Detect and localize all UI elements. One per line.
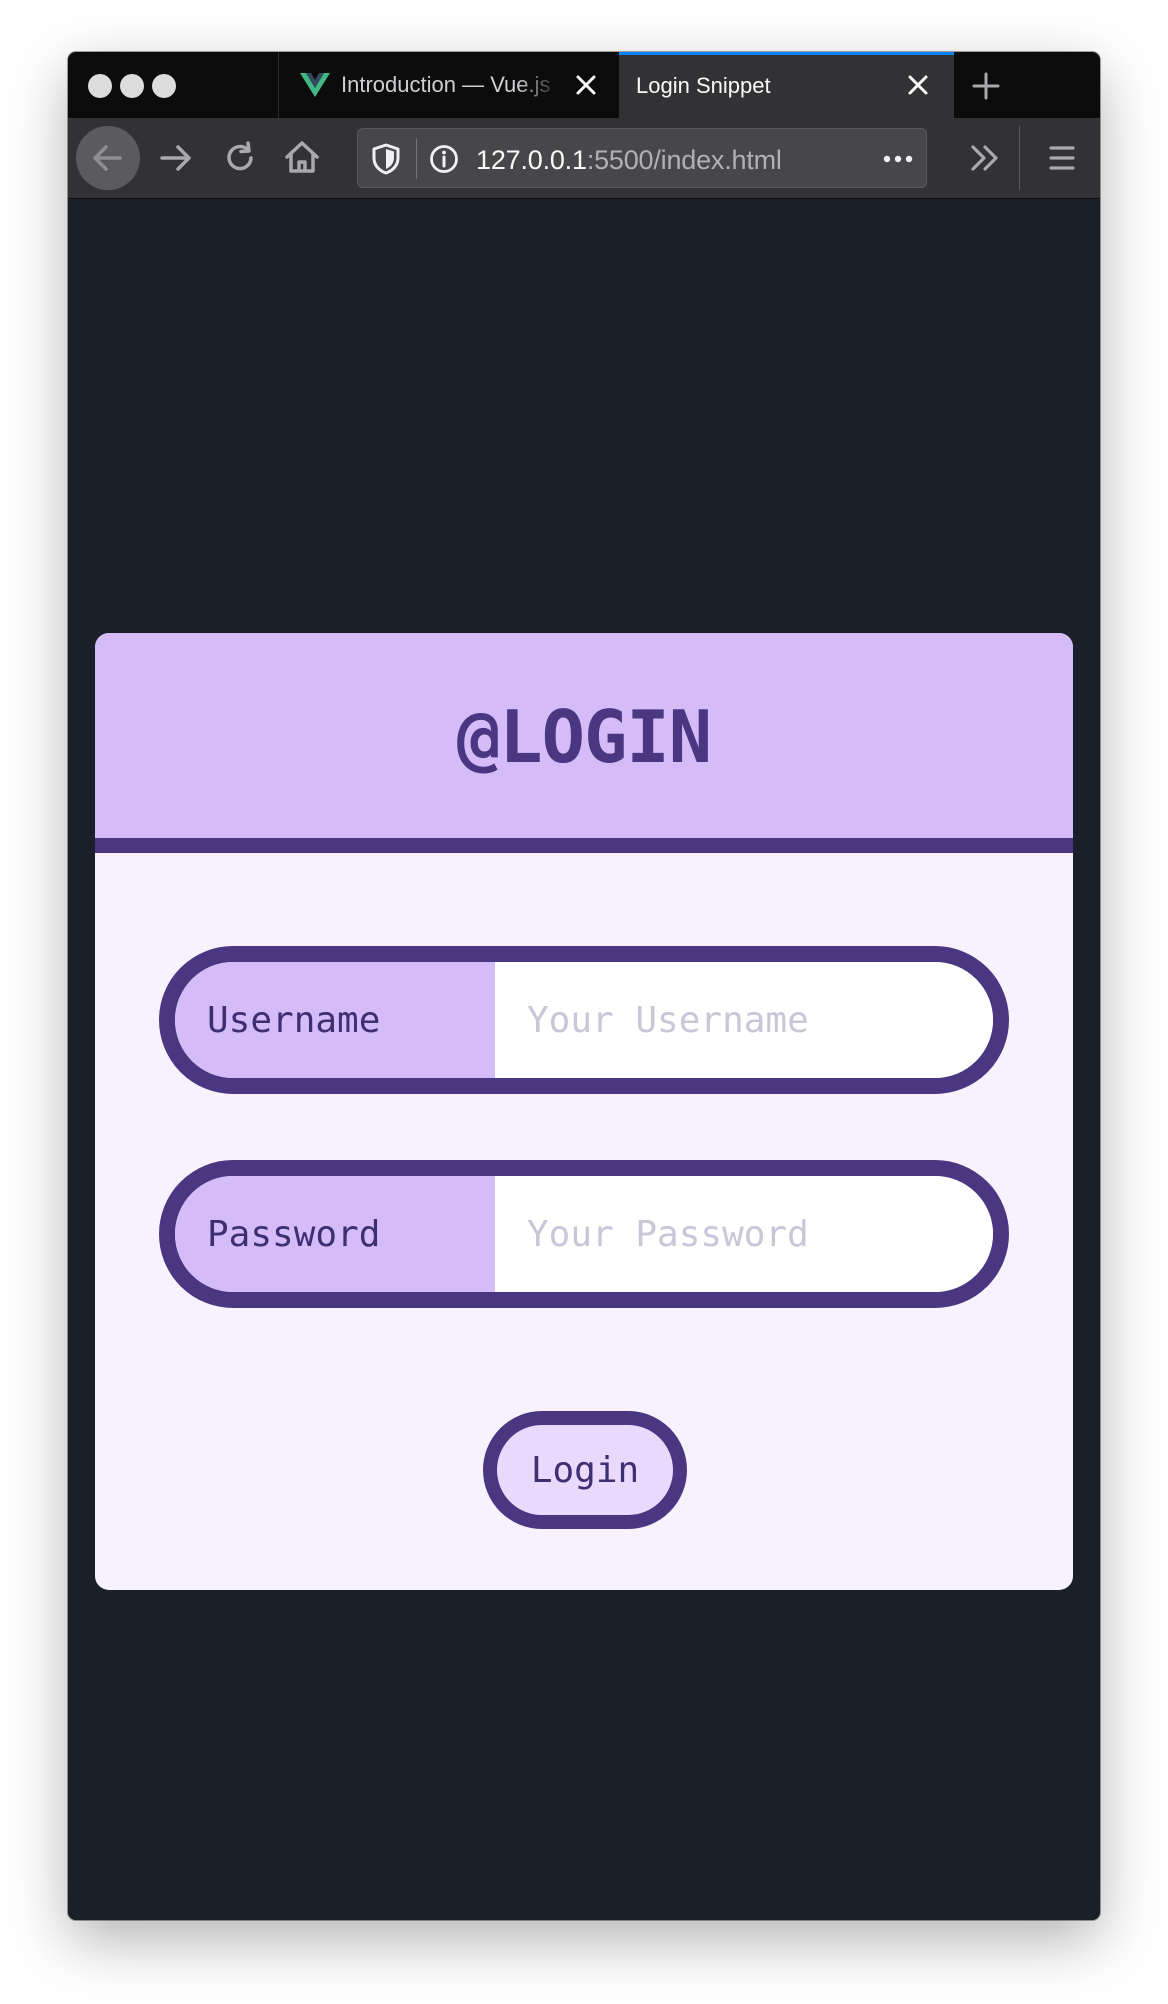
minimize-window-icon[interactable]: [120, 74, 144, 98]
password-label: Password: [175, 1176, 495, 1292]
password-input[interactable]: [495, 1176, 993, 1292]
home-icon[interactable]: [280, 135, 324, 179]
tab-vue-introduction[interactable]: Introduction — Vue.js: [278, 52, 618, 118]
login-button[interactable]: Login: [483, 1411, 687, 1529]
address-bar[interactable]: 127.0.0.1:5500/index.html: [357, 128, 927, 188]
page-viewport: @LOGIN Username Password Login: [68, 199, 1100, 1920]
tab-login-snippet[interactable]: Login Snippet: [619, 52, 954, 118]
close-tab-icon[interactable]: [902, 69, 934, 101]
back-button[interactable]: [76, 126, 140, 190]
arrow-right-icon[interactable]: [154, 136, 198, 180]
tab-title: Login Snippet: [636, 73, 771, 98]
close-tab-icon[interactable]: [570, 69, 602, 101]
zoom-window-icon[interactable]: [152, 74, 176, 98]
close-window-icon[interactable]: [88, 74, 112, 98]
reload-icon[interactable]: [218, 136, 262, 180]
username-field-group: Username: [159, 946, 1009, 1094]
tab-title: Introduction — Vue.js: [341, 72, 551, 97]
hamburger-menu-icon[interactable]: [1040, 136, 1084, 180]
overflow-chevron-icon[interactable]: [963, 136, 1007, 180]
arrow-left-icon: [93, 145, 122, 171]
username-input[interactable]: [495, 962, 993, 1078]
toolbar-divider: [1019, 126, 1020, 190]
login-card: @LOGIN Username Password Login: [95, 633, 1073, 1590]
plus-icon[interactable]: [968, 68, 1004, 104]
username-label: Username: [175, 962, 495, 1078]
url-host: 127.0.0.1: [476, 145, 587, 175]
url-path: :5500/index.html: [586, 145, 782, 175]
info-icon[interactable]: [428, 143, 460, 175]
vue-logo-icon: [300, 73, 330, 97]
navigation-toolbar: 127.0.0.1:5500/index.html: [68, 118, 1100, 199]
url-text[interactable]: 127.0.0.1:5500/index.html: [476, 145, 782, 176]
login-card-header: @LOGIN: [95, 633, 1073, 853]
more-dots-icon[interactable]: [880, 147, 916, 171]
password-field-group: Password: [159, 1160, 1009, 1308]
login-title: @LOGIN: [456, 695, 712, 779]
browser-window: Introduction — Vue.js Login Snippet 127.…: [68, 52, 1100, 1920]
url-divider: [416, 139, 417, 179]
tab-bar: Introduction — Vue.js Login Snippet: [68, 52, 1100, 118]
shield-icon[interactable]: [370, 142, 402, 176]
